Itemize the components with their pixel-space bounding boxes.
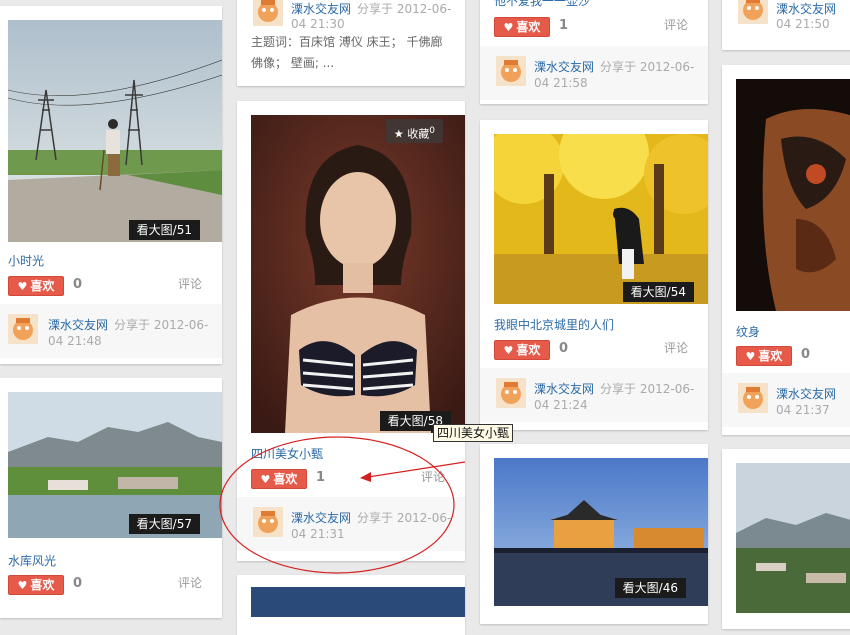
avatar-icon[interactable] (496, 378, 526, 408)
photo-autumn-trees (494, 134, 708, 304)
view-large-image-label[interactable]: 看大图/51 (128, 220, 200, 240)
like-button[interactable]: ♥ 喜欢 (494, 340, 550, 360)
pin-photo[interactable]: 看大图/57 (8, 392, 222, 538)
like-button[interactable]: ♥ 喜欢 (494, 17, 550, 37)
pin-card-3: 溧水交友网 分享于 2012-06- 04 21:30 主题词：百床馆 溥仪 床… (237, 0, 465, 86)
like-button[interactable]: ♥ 喜欢 (736, 346, 792, 366)
pin-card-11 (722, 449, 850, 629)
share-meta: 分享于 2012-06- (114, 318, 209, 332)
view-large-image-label[interactable]: 看大图/54 (622, 282, 694, 302)
heart-icon: ♥ (17, 280, 28, 293)
like-button[interactable]: ♥ 喜欢 (8, 276, 64, 296)
share-user-link[interactable]: 溧水交友网 (291, 0, 351, 17)
photo-portrait (251, 115, 465, 433)
share-date: 04 21:24 (534, 398, 588, 412)
comment-link[interactable]: 评论 (178, 574, 202, 591)
comment-link[interactable]: 评论 (421, 468, 445, 485)
share-user-link[interactable]: 溧水交友网 (291, 509, 351, 526)
comment-link[interactable]: 评论 (664, 16, 688, 33)
pin-title[interactable]: 纹身 (736, 323, 760, 340)
pin-title[interactable]: 小时光 (8, 252, 44, 269)
heart-icon: ♥ (503, 344, 514, 357)
share-user-link[interactable]: 溧水交友网 (534, 380, 594, 397)
pin-photo[interactable]: 看大图/54 (494, 134, 708, 304)
share-date: 04 21:50 (776, 17, 830, 31)
pin-photo[interactable]: 看大图/46 (494, 458, 708, 606)
pin-card-4: ★ 收藏0 看大图/58 四川美女小甄 ♥ 喜欢 1 评论 溧水交友网 分享于 2… (237, 101, 465, 561)
pin-title[interactable]: 水库风光 (8, 552, 56, 569)
share-info: 溧水交友网 分享于 2012-06- 04 21:31 (237, 497, 465, 551)
pin-card-5-partial (237, 575, 465, 635)
pin-title[interactable]: 四川美女小甄 (251, 445, 323, 462)
pin-card-2: 看大图/57 水库风光 ♥ 喜欢 0 评论 (0, 378, 222, 618)
pin-photo[interactable]: 看大图/51 (8, 20, 222, 242)
comment-link[interactable]: 评论 (178, 275, 202, 292)
heart-icon: ♥ (17, 579, 28, 592)
pin-title[interactable]: 他不爱我一一壶沙 (494, 0, 590, 9)
like-count: 1 (559, 18, 569, 33)
like-button[interactable]: ♥ 喜欢 (251, 469, 307, 489)
like-count: 0 (559, 341, 569, 356)
share-meta: 分享于 2012-06- (600, 60, 695, 74)
like-count: 1 (316, 470, 326, 485)
like-count: 0 (73, 576, 83, 591)
avatar-icon[interactable] (496, 56, 526, 86)
pin-card-1: 看大图/51 小时光 ♥ 喜欢 0 评论 溧水交友网 分享于 2012-06- 0… (0, 6, 222, 364)
share-info: 溧水交友网 分享于 2012-06- 04 21:48 (0, 304, 222, 358)
pin-card-6: 他不爱我一一壶沙 ♥ 喜欢 1 评论 溧水交友网 分享于 2012-06- 04 … (480, 0, 708, 104)
comment-link[interactable]: 评论 (664, 339, 688, 356)
share-info: 溧水交友网 04 21:50 (722, 0, 850, 34)
share-info: 溧水交友网 分享于 2012-06- 04 21:58 (480, 46, 708, 100)
share-meta: 分享于 2012-06- (357, 2, 452, 16)
heart-icon: ♥ (503, 21, 514, 34)
share-date: 04 21:48 (48, 334, 102, 348)
share-user-link[interactable]: 溧水交友网 (776, 385, 836, 402)
pin-photo[interactable]: ★ 收藏0 看大图/58 (251, 115, 465, 433)
photo-tattoo (736, 79, 850, 311)
pin-description: 主题词：百床馆 溥仪 床王； 千佛廊 佛像； 壁画; ... (251, 35, 443, 70)
avatar-icon[interactable] (738, 383, 768, 413)
avatar-icon[interactable] (8, 314, 38, 344)
pin-title[interactable]: 我眼中北京城里的人们 (494, 316, 614, 333)
pin-card-10: 纹身 ♥ 喜欢 0 溧水交友网 04 21:37 (722, 65, 850, 435)
like-count: 0 (73, 277, 83, 292)
view-large-image-label[interactable]: 看大图/46 (614, 578, 686, 598)
share-date: 04 21:37 (776, 403, 830, 417)
like-count: 0 (801, 347, 811, 362)
pin-photo[interactable] (251, 587, 465, 617)
share-date: 04 21:30 (291, 17, 345, 31)
pin-photo[interactable] (736, 463, 850, 613)
share-date: 04 21:58 (534, 76, 588, 90)
avatar-icon[interactable] (738, 0, 768, 24)
heart-icon: ♥ (260, 473, 271, 486)
share-meta: 分享于 2012-06- (357, 511, 452, 525)
share-date: 04 21:31 (291, 527, 345, 541)
share-info: 溧水交友网 04 21:37 (722, 373, 850, 427)
avatar-icon[interactable] (253, 507, 283, 537)
photo-field-road (8, 20, 222, 242)
view-large-image-label[interactable]: 看大图/57 (128, 514, 200, 534)
star-icon: ★ (393, 127, 404, 141)
image-title-tooltip: 四川美女小甄 (433, 424, 514, 442)
share-user-link[interactable]: 溧水交友网 (534, 58, 594, 75)
share-meta: 分享于 2012-06- (600, 382, 695, 396)
pin-card-9: 溧水交友网 04 21:50 (722, 0, 850, 50)
share-info: 溧水交友网 分享于 2012-06- 04 21:30 (237, 0, 465, 34)
favorite-button[interactable]: ★ 收藏0 (385, 119, 443, 143)
share-user-link[interactable]: 溧水交友网 (48, 316, 108, 333)
photo-valley (736, 463, 850, 613)
share-info: 溧水交友网 分享于 2012-06- 04 21:24 (480, 368, 708, 422)
avatar-icon[interactable] (253, 0, 283, 26)
pin-card-7: 看大图/54 我眼中北京城里的人们 ♥ 喜欢 0 评论 溧水交友网 分享于 201… (480, 120, 708, 430)
share-user-link[interactable]: 溧水交友网 (776, 0, 836, 17)
pin-card-8: 看大图/46 (480, 444, 708, 624)
like-button[interactable]: ♥ 喜欢 (8, 575, 64, 595)
pin-photo[interactable] (736, 79, 850, 311)
heart-icon: ♥ (745, 350, 756, 363)
